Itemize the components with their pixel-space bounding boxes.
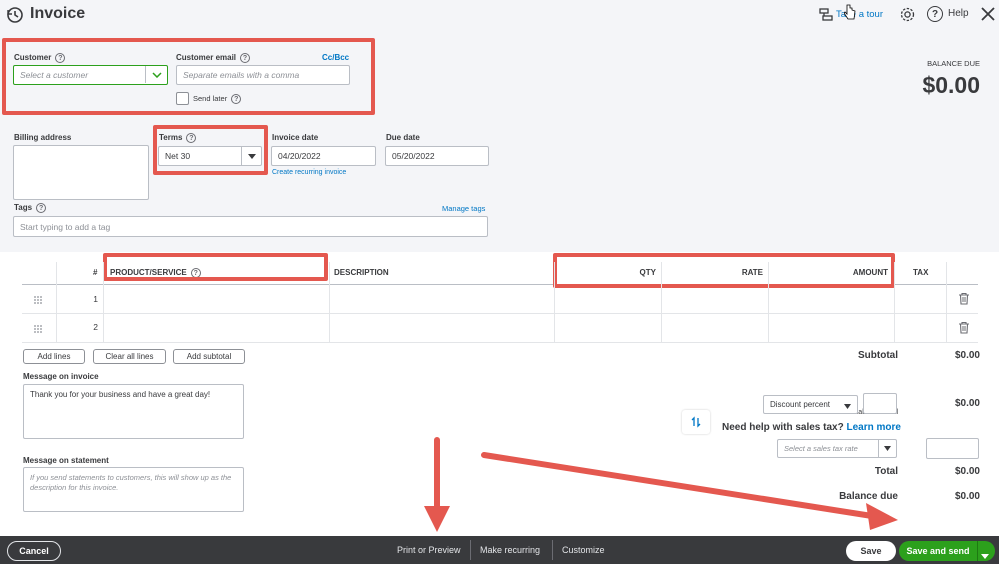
- arrow-to-save-and-send: [481, 452, 875, 519]
- annotation-arrows: [424, 437, 898, 532]
- mouse-cursor-icon: [843, 4, 856, 20]
